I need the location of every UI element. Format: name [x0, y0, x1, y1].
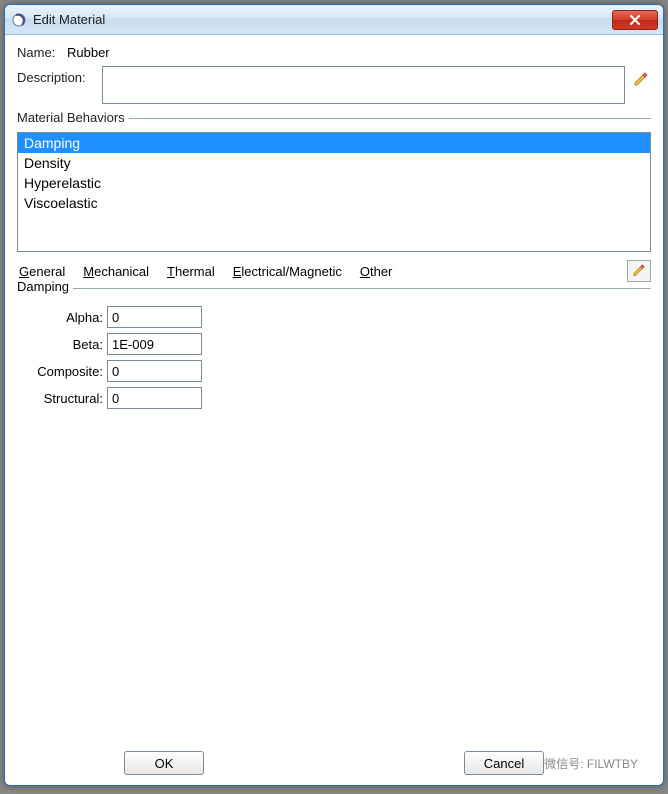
window-title: Edit Material	[33, 12, 105, 27]
ok-button[interactable]: OK	[124, 751, 204, 775]
behaviors-legend: Material Behaviors	[17, 110, 129, 125]
category-menubar: General Mechanical Thermal Electrical/Ma…	[17, 260, 651, 282]
app-icon	[11, 12, 27, 28]
menu-thermal-rest: hermal	[175, 264, 215, 279]
section-title: Damping	[17, 279, 73, 294]
menu-other-rest: ther	[370, 264, 392, 279]
behavior-item[interactable]: Density	[18, 153, 650, 173]
menu-electrical-magnetic[interactable]: Electrical/Magnetic	[231, 263, 344, 280]
menu-general-rest: eneral	[29, 264, 65, 279]
behavior-item[interactable]: Hyperelastic	[18, 173, 650, 193]
cancel-button[interactable]: Cancel	[464, 751, 544, 775]
button-bar: OK Cancel	[17, 745, 651, 777]
param-row: Alpha:	[17, 306, 651, 328]
menu-em-rest: lectrical/Magnetic	[241, 264, 341, 279]
edit-description-button[interactable]	[631, 70, 651, 90]
param-input[interactable]	[107, 360, 202, 382]
param-row: Beta:	[17, 333, 651, 355]
dialog-content: Name: Rubber Description: Material Behav…	[5, 35, 663, 785]
name-label: Name:	[17, 45, 65, 60]
menu-other[interactable]: Other	[358, 263, 395, 280]
edit-behavior-button[interactable]	[627, 260, 651, 282]
behavior-item[interactable]: Damping	[18, 133, 650, 153]
close-button[interactable]	[612, 10, 658, 30]
menu-mechanical-rest: echanical	[94, 264, 149, 279]
param-label: Alpha:	[17, 310, 107, 325]
param-label: Composite:	[17, 364, 107, 379]
menu-mechanical[interactable]: Mechanical	[81, 263, 151, 280]
param-input[interactable]	[107, 306, 202, 328]
titlebar: Edit Material	[5, 5, 663, 35]
menu-thermal[interactable]: Thermal	[165, 263, 217, 280]
dialog-window: Edit Material Name: Rubber Description: …	[4, 4, 664, 786]
param-row: Structural:	[17, 387, 651, 409]
material-behaviors-group: Material Behaviors DampingDensityHyperel…	[17, 118, 651, 282]
param-input[interactable]	[107, 333, 202, 355]
section-separator: Damping	[17, 288, 651, 304]
parameters-group: Alpha: Beta: Composite: Structural:	[17, 306, 651, 414]
param-row: Composite:	[17, 360, 651, 382]
description-label: Description:	[17, 66, 102, 85]
name-value: Rubber	[67, 45, 110, 60]
behavior-item[interactable]: Viscoelastic	[18, 193, 650, 213]
param-input[interactable]	[107, 387, 202, 409]
param-label: Structural:	[17, 391, 107, 406]
behaviors-list[interactable]: DampingDensityHyperelasticViscoelastic	[17, 132, 651, 252]
param-label: Beta:	[17, 337, 107, 352]
description-input[interactable]	[102, 66, 625, 104]
menu-general[interactable]: General	[17, 263, 67, 280]
